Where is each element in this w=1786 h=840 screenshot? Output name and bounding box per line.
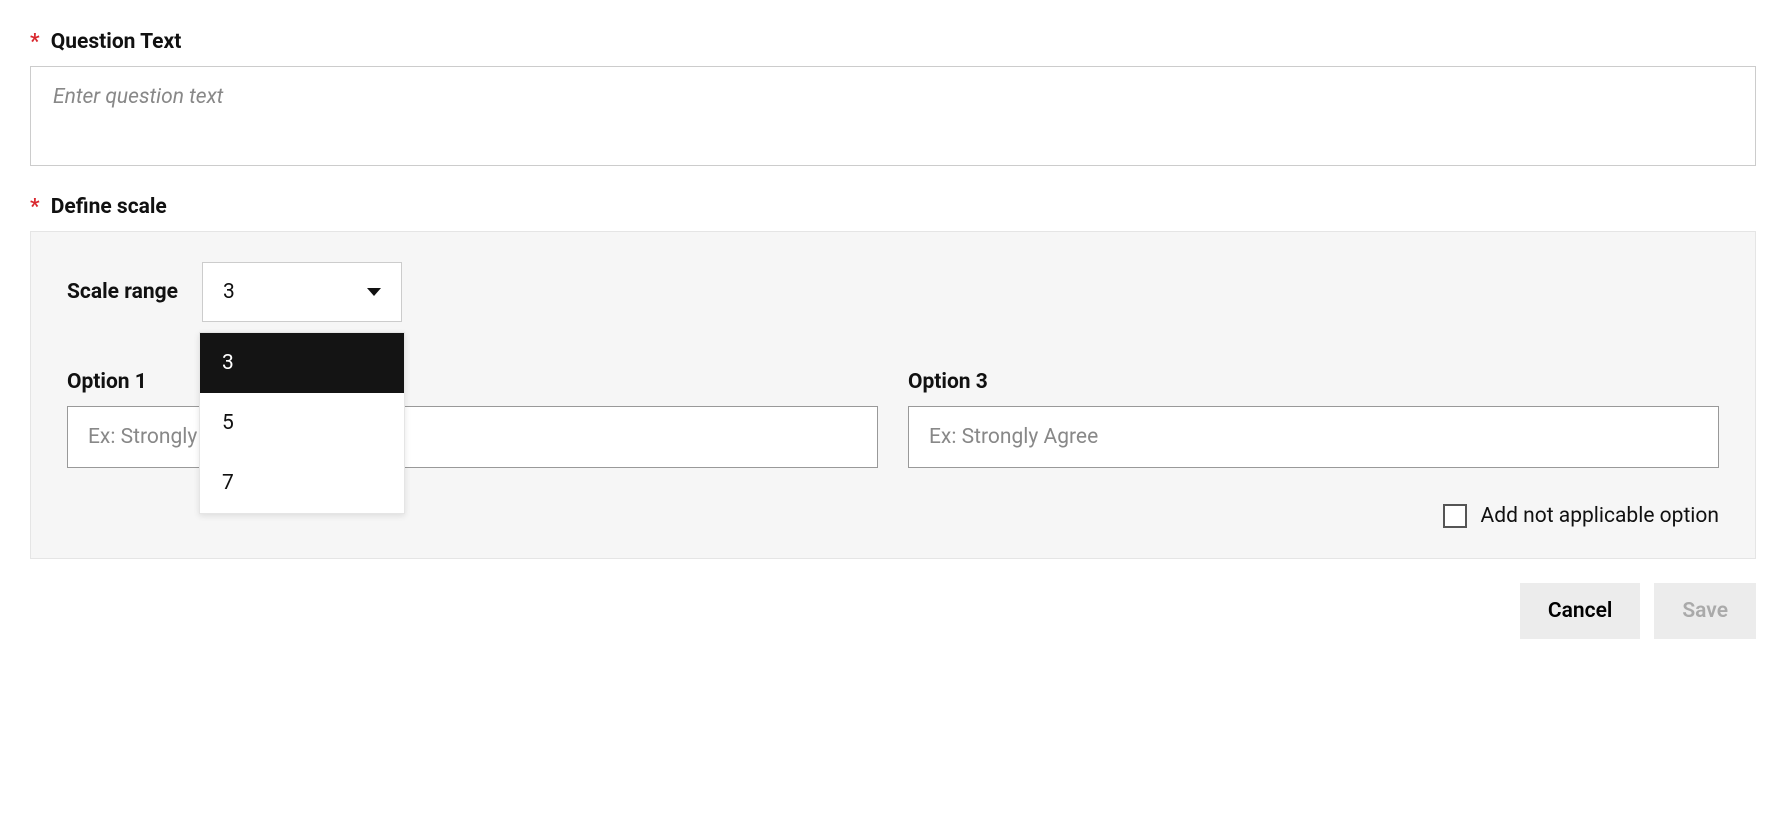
scale-panel: Scale range 3 3 5 7 Option 1 Option 3 [30,231,1756,559]
chevron-down-icon [367,288,381,296]
option-3-label: Option 3 [908,370,1719,394]
cancel-button[interactable]: Cancel [1520,583,1640,639]
scale-range-row: Scale range 3 3 5 7 [67,262,1719,322]
option-3-input[interactable] [908,406,1719,468]
define-scale-label: * Define scale [30,195,1756,219]
not-applicable-checkbox[interactable] [1443,504,1467,528]
required-star-icon: * [30,195,40,219]
scale-range-label: Scale range [67,280,178,304]
scale-range-option-5[interactable]: 5 [200,393,404,453]
define-scale-field: * Define scale Scale range 3 3 5 7 Optio… [30,195,1756,559]
scale-range-option-7[interactable]: 7 [200,453,404,513]
option-1-label: Option 1 [67,370,878,394]
option-1-input[interactable] [67,406,878,468]
scale-range-dropdown: 3 5 7 [199,332,405,514]
question-text-input[interactable] [30,66,1756,166]
option-3-field: Option 3 [908,370,1719,468]
not-applicable-label: Add not applicable option [1481,504,1719,528]
required-star-icon: * [30,30,40,54]
question-text-label: * Question Text [30,30,1756,54]
save-button[interactable]: Save [1654,583,1756,639]
scale-range-selected-value: 3 [223,280,235,304]
question-text-label-text: Question Text [51,30,182,54]
scale-range-select-wrapper: 3 3 5 7 [202,262,402,322]
scale-range-option-3[interactable]: 3 [200,333,404,393]
define-scale-label-text: Define scale [51,195,167,219]
option-1-field: Option 1 [67,370,878,468]
scale-range-select[interactable]: 3 [202,262,402,322]
question-text-field: * Question Text [30,30,1756,171]
footer-buttons: Cancel Save [30,583,1756,639]
